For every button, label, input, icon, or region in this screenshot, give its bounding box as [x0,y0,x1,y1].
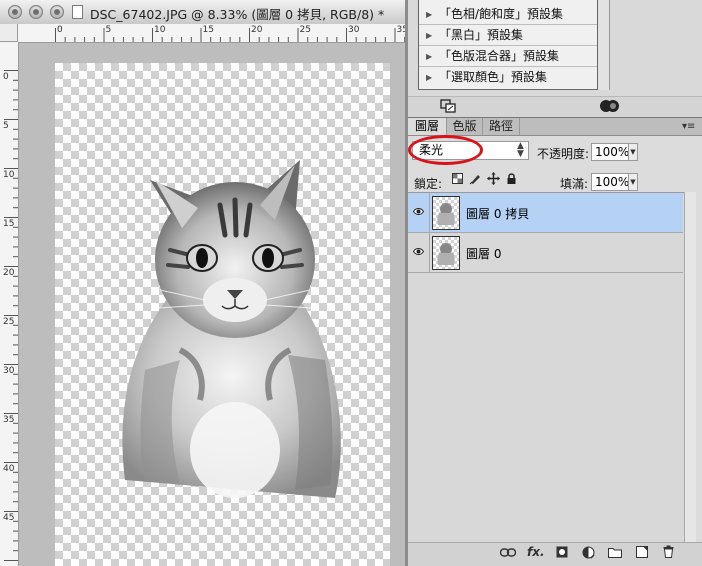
ruler-label: 35 [396,25,406,35]
ruler-label: 20 [3,268,15,278]
zoom-icon[interactable] [50,5,64,19]
group-folder-icon[interactable] [608,547,622,558]
ruler-label: 45 [3,513,15,523]
lock-transparent-icon[interactable] [452,173,463,184]
layers-bottom-toolbar [408,542,702,566]
eye-icon[interactable] [413,206,424,217]
cat-thumbnail-icon [437,203,455,225]
fill-dropdown-icon[interactable]: ▼ [628,173,638,191]
ruler-label: 15 [3,219,15,229]
lock-position-move-icon[interactable] [487,172,500,185]
link-icon[interactable] [500,548,516,557]
visibility-toggle[interactable] [408,193,430,233]
ruler-label: 30 [3,366,15,376]
presets-list[interactable]: ▶ 「色相/飽和度」預設集 ▶ 「黑白」預設集 ▶ 「色版混合器」預設集 ▶ 「… [418,0,598,90]
presets-scrollbar[interactable] [598,0,610,90]
ruler-label: 0 [3,72,9,82]
ruler-label: 15 [202,25,214,35]
adjustment-layer-icon[interactable] [440,99,456,113]
tab-channels[interactable]: 色版 [446,118,482,135]
layer-thumbnail[interactable] [432,196,460,230]
opacity-input[interactable]: 100% [591,143,629,161]
eye-icon[interactable] [413,246,424,257]
visibility-toggle[interactable] [408,233,430,273]
minimize-icon[interactable] [29,5,43,19]
panel-tab-bar: 圖層 色版 路徑 [408,118,702,136]
ruler-label: 20 [251,25,263,35]
document-title-bar[interactable]: DSC_67402.JPG @ 8.33% (圖層 0 拷貝, RGB/8) * [0,0,405,25]
ruler-label: 10 [3,170,15,180]
layer-name[interactable]: 圖層 0 [466,245,501,262]
blend-mode-select[interactable]: 柔光 [412,141,529,160]
select-arrows-icon: ▲ ▼ [517,141,524,159]
lock-pixels-brush-icon[interactable] [469,172,482,185]
layer-row[interactable]: 圖層 0 拷貝 [408,193,683,233]
ruler-label: 35 [3,415,15,425]
close-icon[interactable] [8,5,22,19]
expand-arrow-icon[interactable]: ▶ [426,25,432,46]
ruler-corner [0,24,18,42]
ruler-label: 25 [299,25,311,35]
mask-icon[interactable] [599,98,621,113]
lock-all-icon[interactable] [506,172,517,185]
tab-layers[interactable]: 圖層 [408,118,446,135]
fx-button[interactable]: fx. [527,545,545,559]
ruler-label: 5 [3,121,9,131]
vertical-ruler[interactable]: 0 5 10 15 20 25 30 35 40 45 [0,42,19,566]
preset-item[interactable]: ▶ 「黑白」預設集 [419,25,597,46]
opacity-label: 不透明度: [537,147,590,161]
document-file-icon [72,5,83,19]
add-mask-icon[interactable] [556,546,568,558]
ruler-label: 40 [3,464,15,474]
preset-item[interactable]: ▶ 「色相/飽和度」預設集 [419,4,597,25]
document-title: DSC_67402.JPG @ 8.33% (圖層 0 拷貝, RGB/8) * [90,7,385,22]
layer-thumbnail[interactable] [432,236,460,270]
preset-item[interactable]: ▶ 「選取顏色」預設集 [419,67,597,88]
layers-scrollbar[interactable] [684,192,696,542]
fill-input[interactable]: 100% [591,173,629,191]
expand-arrow-icon[interactable]: ▶ [426,4,432,25]
expand-arrow-icon[interactable]: ▶ [426,67,432,88]
panel-menu-icon[interactable]: ▾≡ [682,121,695,132]
horizontal-ruler[interactable]: 0 5 10 15 20 25 30 35 [18,24,405,43]
cat-image [122,160,341,498]
preset-item[interactable]: ▶ 「色版混合器」預設集 [419,46,597,67]
ruler-label: 30 [348,25,360,35]
tab-paths[interactable]: 路徑 [482,118,520,135]
new-layer-icon[interactable] [636,546,648,558]
layer-row[interactable]: 圖層 0 [408,233,683,273]
layer-name[interactable]: 圖層 0 拷貝 [466,205,529,222]
ruler-label: 0 [57,25,63,35]
cat-thumbnail-icon [437,243,455,265]
expand-arrow-icon[interactable]: ▶ [426,46,432,67]
ruler-label: 10 [154,25,166,35]
lock-label: 鎖定: [414,177,443,191]
ruler-label: 5 [105,25,112,35]
trash-icon[interactable] [663,545,674,558]
fill-label: 填滿: [560,177,589,191]
opacity-dropdown-icon[interactable]: ▼ [628,143,638,161]
ruler-label: 25 [3,317,15,327]
adjustment-icon[interactable] [582,546,595,559]
